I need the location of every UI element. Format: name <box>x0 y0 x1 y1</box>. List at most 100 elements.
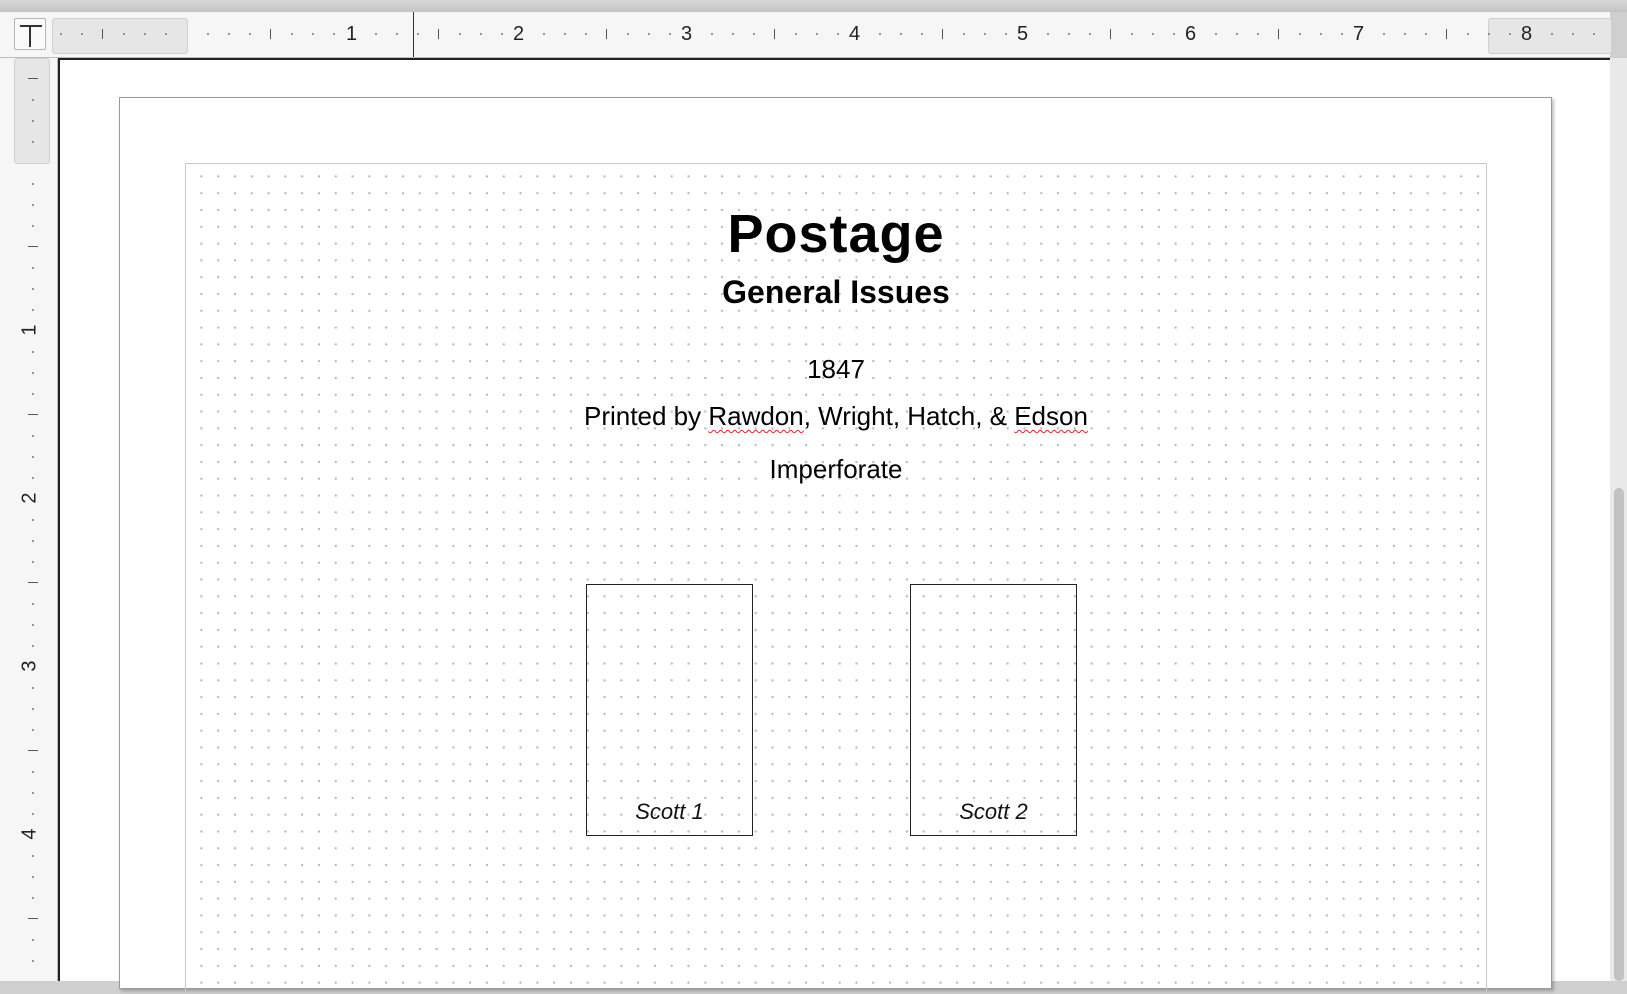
right-margin-marker[interactable] <box>1488 18 1612 54</box>
vertical-scrollbar[interactable] <box>1610 58 1627 981</box>
ruler-tick <box>459 33 461 35</box>
ruler-tick <box>123 33 125 35</box>
ruler-tick <box>1152 33 1154 35</box>
page-content-area[interactable]: Postage General Issues 1847 Printed by R… <box>185 163 1487 994</box>
scrollbar-thumb[interactable] <box>1614 488 1624 981</box>
ruler-number: 2 <box>18 492 41 504</box>
stamp-box-scott-1[interactable]: Scott 1 <box>586 584 753 836</box>
ruler-tick <box>32 456 34 458</box>
ruler-tick <box>32 435 34 437</box>
ruler-tick <box>144 33 146 35</box>
printer-line[interactable]: Printed by Rawdon, Wright, Hatch, & Edso… <box>186 401 1486 431</box>
ruler-tick <box>795 33 797 35</box>
ruler-tick <box>1572 33 1574 35</box>
ruler-tick <box>1215 33 1217 35</box>
vertical-ruler[interactable]: 1 2 3 4 <box>0 58 58 981</box>
ruler-tick <box>32 540 34 542</box>
ruler-tick <box>942 29 943 39</box>
ruler-tick <box>879 33 881 35</box>
ruler-tick <box>606 29 607 39</box>
ruler-number: 6 <box>1185 23 1197 45</box>
ruler-tick <box>1299 33 1301 35</box>
ruler-tick <box>32 288 34 290</box>
ruler-tick <box>1446 29 1447 39</box>
ruler-tick <box>32 204 34 206</box>
ruler-number: 3 <box>18 660 41 672</box>
ruler-tick <box>417 33 419 35</box>
ruler-tick <box>32 939 34 941</box>
ruler-tick <box>774 29 775 39</box>
ruler-tick <box>32 393 34 395</box>
ruler-tick <box>333 33 335 35</box>
ruler-tick <box>669 33 671 35</box>
ruler-tick <box>984 33 986 35</box>
ruler-tick <box>1551 33 1553 35</box>
stamp-caption: Scott 2 <box>959 799 1028 824</box>
horizontal-ruler[interactable]: 1 2 3 4 5 6 7 8 <box>0 12 1612 58</box>
ruler-tick <box>816 33 818 35</box>
ruler-tick <box>32 813 34 815</box>
ruler-indent-marker[interactable] <box>413 12 414 57</box>
ruler-tick <box>28 414 38 415</box>
ruler-tick <box>1257 33 1259 35</box>
printer-middle: , Wright, Hatch, & <box>803 401 1015 431</box>
ruler-tick <box>1089 33 1091 35</box>
ruler-tick <box>32 561 34 563</box>
perforation-text[interactable]: Imperforate <box>186 454 1486 484</box>
ruler-number: 2 <box>513 23 525 45</box>
ruler-tick <box>837 33 839 35</box>
stamp-box-scott-2[interactable]: Scott 2 <box>910 584 1077 836</box>
ruler-tick <box>291 33 293 35</box>
ruler-tick <box>32 855 34 857</box>
stamp-caption: Scott 1 <box>635 799 704 824</box>
ruler-tick <box>32 729 34 731</box>
page-title[interactable]: Postage <box>186 204 1486 264</box>
tab-stop-selector-icon[interactable] <box>14 18 46 50</box>
ruler-tick <box>1593 33 1595 35</box>
ruler-number: 1 <box>346 23 358 45</box>
ruler-number: 4 <box>18 828 41 840</box>
ruler-tick <box>1509 33 1511 35</box>
ruler-tick <box>28 246 38 247</box>
ruler-tick <box>648 33 650 35</box>
ruler-number: 3 <box>681 23 693 45</box>
ruler-tick <box>1278 29 1279 39</box>
ruler-tick <box>375 33 377 35</box>
ruler-tick <box>207 33 209 35</box>
issue-year[interactable]: 1847 <box>186 354 1486 384</box>
ruler-tick <box>28 78 38 79</box>
ruler-tick <box>32 267 34 269</box>
page-subtitle[interactable]: General Issues <box>186 274 1486 310</box>
window-top-edge <box>0 0 1627 12</box>
ruler-tick <box>28 918 38 919</box>
ruler-tick <box>501 33 503 35</box>
ruler-tick <box>438 29 439 39</box>
ruler-tick <box>32 897 34 899</box>
ruler-tick <box>32 876 34 878</box>
ruler-tick <box>32 519 34 521</box>
ruler-tick <box>228 33 230 35</box>
ruler-tick <box>543 33 545 35</box>
ruler-tick <box>81 33 83 35</box>
ruler-number: 1 <box>18 324 41 336</box>
ruler-tick <box>32 624 34 626</box>
top-margin-marker[interactable] <box>14 58 50 164</box>
ruler-tick <box>1320 33 1322 35</box>
ruler-tick <box>270 29 271 39</box>
ruler-tick <box>711 33 713 35</box>
printer-name-edson: Edson <box>1014 401 1088 431</box>
ruler-tick <box>32 372 34 374</box>
ruler-tick <box>32 120 34 122</box>
ruler-tick <box>32 309 34 311</box>
left-margin-marker[interactable] <box>52 18 188 54</box>
ruler-tick <box>32 645 34 647</box>
ruler-tick <box>102 29 103 39</box>
ruler-tick <box>1110 29 1111 39</box>
ruler-tick <box>312 33 314 35</box>
ruler-tick <box>1068 33 1070 35</box>
ruler-tick <box>753 33 755 35</box>
ruler-tick <box>396 33 398 35</box>
ruler-tick <box>1425 33 1427 35</box>
printer-prefix: Printed by <box>584 401 709 431</box>
ruler-tick <box>32 225 34 227</box>
